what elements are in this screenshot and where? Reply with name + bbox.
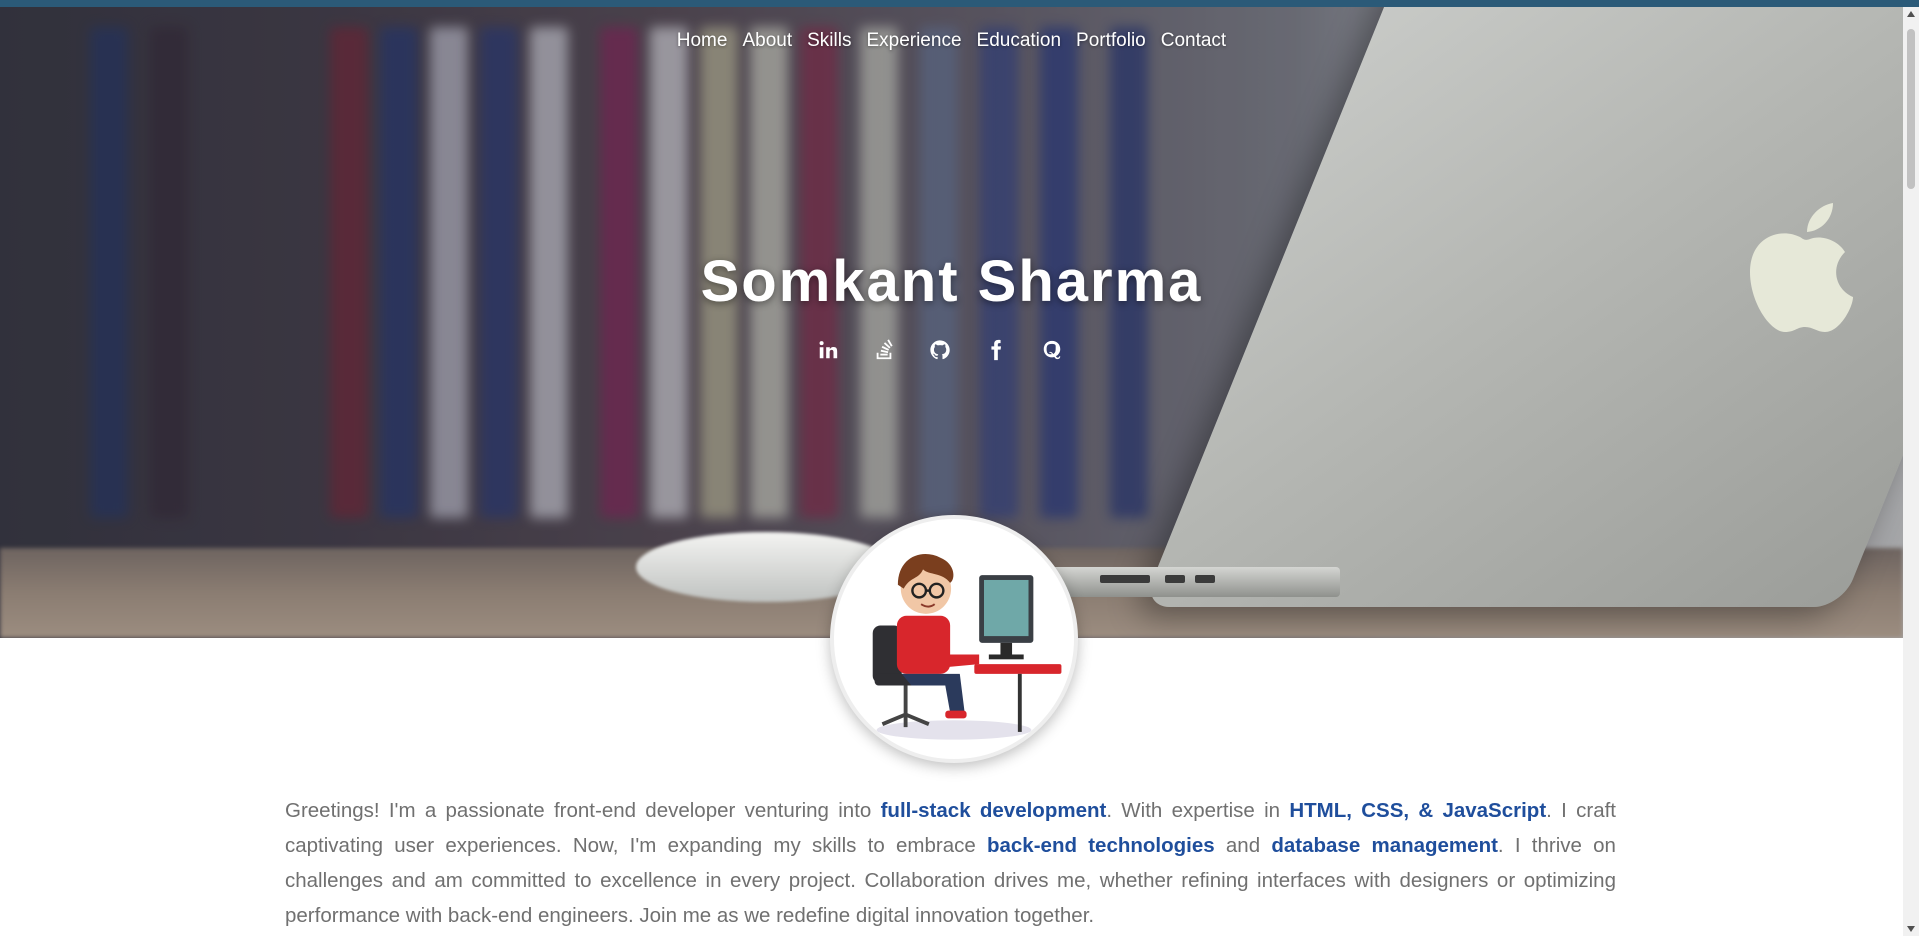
nav-portfolio-link[interactable]: Portfolio bbox=[1069, 30, 1154, 52]
scroll-up-arrow-icon[interactable] bbox=[1907, 11, 1915, 17]
nav-contact-link[interactable]: Contact bbox=[1153, 30, 1233, 52]
main-nav: Home About Skills Experience Education P… bbox=[0, 30, 1903, 52]
hero-name: Somkant Sharma bbox=[700, 249, 1203, 314]
highlight-back-end: back-end technologies bbox=[986, 834, 1215, 857]
scroll-thumb[interactable] bbox=[1907, 29, 1915, 189]
facebook-icon[interactable] bbox=[983, 337, 1009, 363]
developer-illustration bbox=[872, 554, 1062, 740]
scroll-down-arrow-icon[interactable] bbox=[1907, 926, 1915, 932]
about-text: and bbox=[1214, 834, 1272, 857]
nav-experience-link[interactable]: Experience bbox=[859, 30, 969, 52]
nav-education-link[interactable]: Education bbox=[969, 30, 1069, 52]
stack-overflow-icon[interactable] bbox=[871, 337, 897, 363]
nav-home-link[interactable]: Home bbox=[669, 30, 735, 52]
social-links bbox=[815, 337, 1065, 363]
about-text: . With expertise in bbox=[1106, 799, 1290, 822]
about-paragraph: Greetings! I'm a passionate front-end de… bbox=[285, 793, 1616, 933]
about-text: Greetings! I'm a passionate front-end de… bbox=[285, 799, 881, 822]
github-icon[interactable] bbox=[927, 337, 953, 363]
quora-icon[interactable] bbox=[1039, 337, 1065, 363]
nav-about-link[interactable]: About bbox=[735, 30, 800, 52]
browser-top-bar bbox=[0, 0, 1919, 7]
highlight-full-stack: full-stack development bbox=[880, 799, 1107, 822]
highlight-html-css-js: HTML, CSS, & JavaScript bbox=[1289, 799, 1547, 822]
page-scrollbar[interactable] bbox=[1903, 7, 1919, 936]
avatar bbox=[830, 515, 1078, 763]
nav-skills-link[interactable]: Skills bbox=[800, 30, 859, 52]
linkedin-icon[interactable] bbox=[815, 337, 841, 363]
highlight-database: database management bbox=[1271, 834, 1498, 857]
